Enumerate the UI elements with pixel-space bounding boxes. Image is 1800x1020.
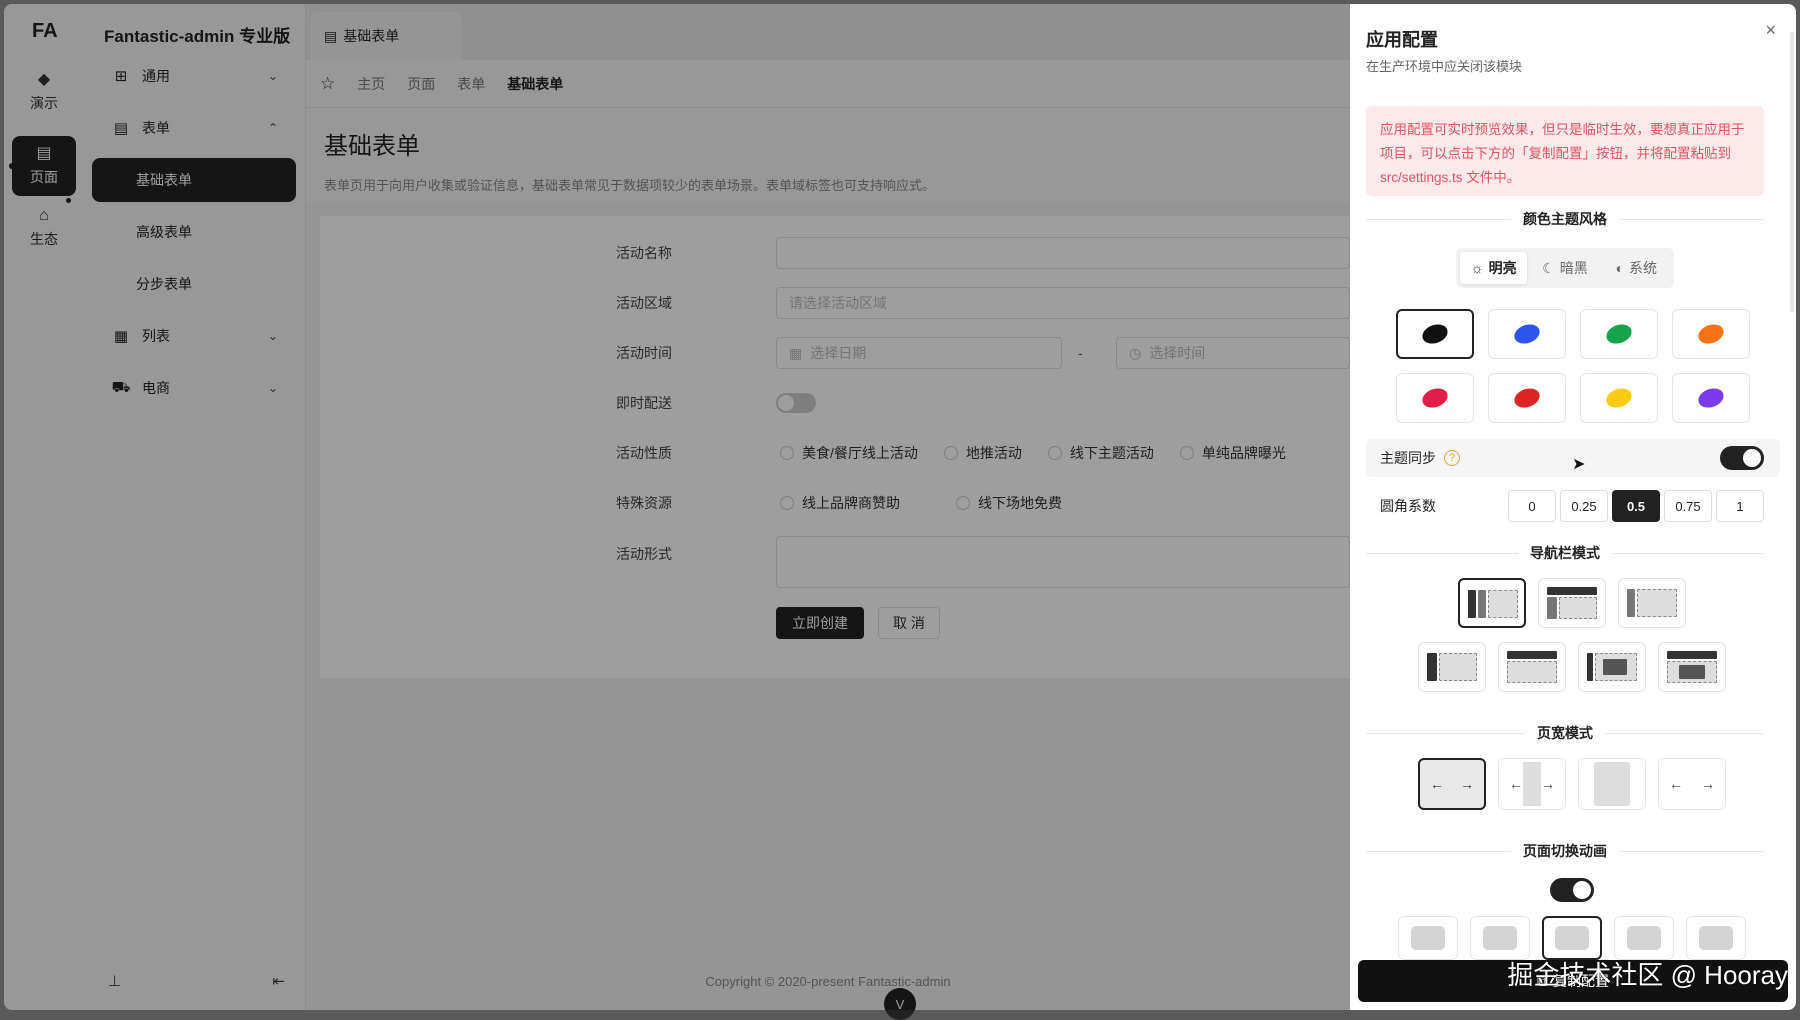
radius-row: 圆角系数 0 0.25 0.5 0.75 1	[1366, 482, 1780, 530]
moon-icon: ☾	[1542, 259, 1555, 276]
color-swatch[interactable]	[1488, 309, 1566, 359]
nav-mode-side[interactable]	[1458, 578, 1526, 628]
page-width-center[interactable]	[1578, 758, 1646, 810]
seg-label: 暗黑	[1559, 260, 1588, 276]
radius-option[interactable]: 0.25	[1560, 490, 1608, 522]
theme-mode-light[interactable]: ☼ 明亮	[1460, 252, 1528, 284]
help-icon[interactable]: ?	[1444, 450, 1460, 466]
color-blob	[1695, 385, 1727, 411]
radius-option-selected[interactable]: 0.5	[1612, 490, 1660, 522]
seg-label: 系统	[1629, 260, 1658, 276]
nav-mode-single[interactable]	[1618, 578, 1686, 628]
drawer-subtitle: 在生产环境中应关闭该模块	[1366, 59, 1523, 74]
nav-mode-only-side[interactable]	[1418, 642, 1486, 692]
animation-option[interactable]	[1398, 916, 1458, 960]
watermark: 掘金技术社区 @ Hooray	[1507, 960, 1788, 990]
app-config-drawer: 应用配置 在生产环境中应关闭该模块 × 应用配置可实时预览效果，但只是临时生效，…	[1350, 4, 1796, 1010]
color-blob	[1511, 321, 1543, 347]
color-swatch[interactable]	[1396, 373, 1474, 423]
arrow-right-icon: →	[1541, 776, 1555, 792]
color-blob	[1603, 321, 1635, 347]
option-label: 主题同步	[1380, 450, 1436, 466]
section-title: 颜色主题风格	[1523, 211, 1607, 227]
color-blob	[1695, 321, 1727, 347]
theme-sync-switch[interactable]	[1720, 446, 1764, 470]
contrast-icon: ◐	[1615, 260, 1625, 276]
section-divider: 页宽模式	[1366, 724, 1764, 742]
color-swatch[interactable]	[1396, 309, 1474, 359]
option-label: 圆角系数	[1380, 498, 1436, 514]
color-swatch[interactable]	[1580, 309, 1658, 359]
arrow-right-icon: →	[1460, 776, 1474, 792]
app-window: FA ◆ 演示 ▤ 页面 ⌂ 生态 Fantastic-admin 专业版 ⊞ …	[0, 0, 1800, 1020]
color-swatch[interactable]	[1580, 373, 1658, 423]
close-icon[interactable]: ×	[1765, 20, 1776, 41]
color-swatch[interactable]	[1488, 373, 1566, 423]
arrow-left-icon: ←	[1430, 776, 1444, 792]
section-title: 页宽模式	[1537, 725, 1593, 741]
theme-mode-dark[interactable]: ☾ 暗黑	[1531, 252, 1598, 284]
animation-option[interactable]	[1470, 916, 1530, 960]
section-divider: 导航栏模式	[1366, 544, 1764, 562]
arrow-right-icon: →	[1701, 776, 1715, 792]
animation-option-selected[interactable]	[1542, 916, 1602, 960]
sun-icon: ☼	[1470, 260, 1484, 276]
section-title: 页面切换动画	[1523, 843, 1607, 859]
arrow-left-icon: ←	[1509, 776, 1523, 792]
page-width-center-adaption[interactable]: ← →	[1498, 758, 1566, 810]
radius-option[interactable]: 0.75	[1664, 490, 1712, 522]
page-width-adaption-min[interactable]: ← →	[1658, 758, 1726, 810]
nav-mode-side-panel[interactable]	[1578, 642, 1646, 692]
nav-mode-head-panel[interactable]	[1658, 642, 1726, 692]
section-divider: 颜色主题风格	[1366, 210, 1764, 228]
modal-overlay[interactable]	[4, 4, 1350, 1010]
mouse-cursor-icon: ➤	[1572, 456, 1586, 473]
theme-mode-segmented: ☼ 明亮 ☾ 暗黑 ◐ 系统	[1456, 248, 1674, 288]
color-blob	[1603, 385, 1635, 411]
drawer-title: 应用配置	[1366, 30, 1438, 50]
color-swatch[interactable]	[1672, 373, 1750, 423]
radius-option[interactable]: 1	[1716, 490, 1764, 522]
color-blob	[1511, 385, 1543, 411]
color-swatch[interactable]	[1672, 309, 1750, 359]
info-alert: 应用配置可实时预览效果，但只是临时生效，要想真正应用于项目，可以点击下方的「复制…	[1366, 106, 1764, 196]
color-blob	[1419, 321, 1451, 347]
theme-mode-system[interactable]: ◐ 系统	[1603, 252, 1670, 284]
nav-mode-head[interactable]	[1538, 578, 1606, 628]
nav-mode-only-head[interactable]	[1498, 642, 1566, 692]
section-divider: 页面切换动画	[1366, 842, 1764, 860]
radius-option[interactable]: 0	[1508, 490, 1556, 522]
arrow-left-icon: ←	[1669, 776, 1683, 792]
scrollbar[interactable]	[1790, 32, 1794, 312]
section-title: 导航栏模式	[1530, 545, 1600, 561]
animation-option[interactable]	[1614, 916, 1674, 960]
animation-option[interactable]	[1686, 916, 1746, 960]
color-blob	[1419, 385, 1451, 411]
page-width-adaption[interactable]: ← →	[1418, 758, 1486, 810]
page-animation-switch[interactable]	[1550, 878, 1594, 902]
seg-label: 明亮	[1488, 260, 1517, 276]
